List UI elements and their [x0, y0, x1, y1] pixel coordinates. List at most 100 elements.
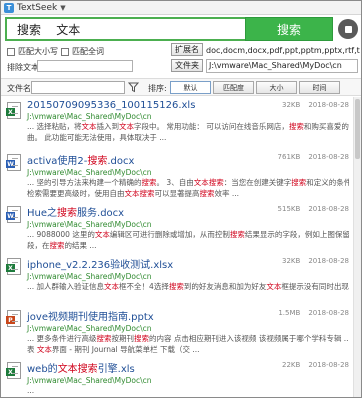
text-segment: 界面 - 期刊 Journal 导航菜单栏 下载（交 ... — [51, 345, 200, 354]
highlight-match: 搜索 — [168, 282, 184, 291]
text-segment: ... 9088000 这里的 — [27, 230, 95, 239]
text-segment: 服务.docx — [77, 208, 125, 219]
text-segment: 框不全！4选择 — [119, 282, 169, 291]
text-segment: 段，在 — [27, 241, 50, 250]
folder-path-value: J:\vmware\Mac_Shared\MyDoc\cn — [209, 61, 342, 70]
result-snippet: 段，在搜索的结果 ... — [27, 240, 349, 251]
result-path[interactable]: J:\vmware\Mac_Shared\MyDoc\cn — [27, 272, 353, 281]
search-button[interactable]: 搜索 — [245, 17, 333, 41]
result-path[interactable]: J:\vmware\Mac_Shared\MyDoc\cn — [27, 112, 353, 121]
highlight-match: 搜索 — [57, 208, 78, 219]
match-whole-word-checkbox[interactable] — [61, 47, 69, 56]
text-segment: ... 坚的引导方法来构建一个精确的 — [27, 178, 142, 187]
result-snippet: ... 加人群输入验证信息文本框不全！4选择搜索到的好友消息和加为好友文本框提示… — [27, 281, 349, 292]
result-snippet: ... — [27, 385, 349, 396]
result-size: 32KB — [282, 101, 301, 109]
filter-icon[interactable] — [128, 82, 139, 93]
result-path[interactable]: J:\vmware\Mac_Shared\MyDoc\cn — [27, 220, 353, 229]
result-snippet: ... 坚的引导方法来构建一个精确的搜索。 3、自由文本搜索：当您在创建关键字搜… — [27, 177, 349, 188]
file-lines-decoration — [12, 210, 18, 218]
highlight-match: 搜索 — [49, 241, 65, 250]
sort-relevance-button[interactable]: 匹配度 — [213, 81, 254, 94]
text-segment: iphone_v2.2.236验收测试.xlsx — [27, 260, 174, 271]
text-segment: 到的好友消息和加为好友 — [183, 282, 267, 291]
text-segment: 按期刊 — [111, 334, 135, 343]
folder-path-field[interactable]: J:\vmware\Mac_Shared\MyDoc\cn — [206, 59, 358, 73]
text-segment: ... 加人群输入验证信息 — [27, 282, 105, 291]
result-meta: 515KB 2018-08-28 — [270, 205, 349, 213]
text-segment: 和定义的条件进行文件 — [306, 178, 349, 187]
result-path[interactable]: J:\vmware\Mac_Shared\MyDoc\cn — [27, 168, 353, 177]
text-segment: 20150709095336_100115126.xls — [27, 100, 196, 111]
app-window: T TextSeek ▼ 搜索 匹配大小写 匹配全词 排除文本: 扩展名 doc… — [0, 0, 362, 398]
text-segment: .docx — [107, 156, 135, 167]
sort-default-button[interactable]: 默认 — [170, 81, 211, 94]
result-snippet: 检索需要更高级时，使用自由文本搜索可以显著提高搜索效率 ... — [27, 188, 349, 199]
result-date: 2018-08-28 — [308, 205, 349, 213]
match-whole-word-label: 匹配全词 — [72, 47, 104, 56]
stop-button[interactable] — [338, 19, 358, 39]
text-segment: 的内容 点击相应期刊进入该视频 该视频属于哪个学科专辑 ... 添加到收藏列 — [149, 334, 349, 343]
results-list: X 20150709095336_100115126.xls 32KB 2018-08… — [1, 97, 353, 397]
highlight-match: 搜索 — [199, 189, 215, 198]
text-segment: 效率 ... — [214, 189, 240, 198]
file-lines-decoration — [12, 314, 18, 322]
scrollbar-thumb[interactable] — [355, 99, 360, 159]
result-date: 2018-08-28 — [308, 153, 349, 161]
text-segment: activa使用2- — [27, 156, 88, 167]
highlight-match: 文本 — [266, 282, 282, 291]
xls-file-icon: X — [6, 362, 21, 379]
highlight-match: 文本搜索 — [57, 364, 98, 375]
file-lines-decoration — [12, 366, 18, 374]
result-item[interactable]: X 20150709095336_100115126.xls 32KB 2018-08… — [1, 97, 353, 149]
result-item[interactable]: Wactiva使用2- 搜索 .docx 761KB 2018-08-28 J:\vmwa… — [1, 149, 353, 201]
result-size: 1.5MB — [278, 309, 301, 317]
result-item[interactable]: Pjove视频期刊使用指南.pptx 1.5MB 2018-08-28 J:\vmwa… — [1, 305, 353, 357]
result-item[interactable]: Xweb的文本搜索引擎.xls 22KB 2018-08-28 J:\vmware\M… — [1, 357, 353, 397]
match-case-option[interactable]: 匹配大小写 — [7, 46, 58, 57]
xls-file-icon: X — [6, 102, 21, 119]
sort-size-button[interactable]: 大小 — [256, 81, 297, 94]
sort-label: 排序: — [148, 84, 167, 93]
file-lines-decoration — [12, 106, 18, 114]
exclude-text-input[interactable] — [37, 60, 133, 72]
text-segment: 编辑区可进行删除或增加，从而控制 — [109, 230, 230, 239]
text-segment: 检索需要更高级时，使用自由 — [27, 189, 125, 198]
text-segment: web的 — [27, 364, 58, 375]
highlight-match: 文本 — [94, 230, 110, 239]
extensions-value[interactable]: doc,docm,docx,pdf,ppt,pptm,pptx,rtf,txt,… — [206, 46, 360, 55]
highlight-match: 文本 — [81, 122, 97, 131]
results-scrollbar[interactable] — [353, 97, 361, 397]
filter-bar: 文件名: 排序: 默认 匹配度 大小 时间 — [1, 78, 361, 96]
search-input[interactable] — [5, 17, 245, 41]
result-item[interactable]: Xiphone_v2.2.236验收测试.xlsx 32KB 2018-08-28 J… — [1, 253, 353, 305]
result-size: 32KB — [282, 257, 301, 265]
highlight-match: 文本 — [119, 122, 135, 131]
result-item[interactable]: W Hue之搜索服务.docx 515KB 2018-08-28 J:\vmware\M… — [1, 201, 353, 253]
folder-button[interactable]: 文件夹 — [171, 59, 203, 72]
text-segment: 框提示没有同时出现在屏幕 ... — [281, 282, 349, 291]
match-whole-word-option[interactable]: 匹配全词 — [61, 46, 104, 57]
result-date: 2018-08-28 — [308, 361, 349, 369]
result-meta: 1.5MB 2018-08-28 — [270, 309, 349, 317]
result-size: 22KB — [282, 361, 301, 369]
title-dropdown-icon[interactable]: ▼ — [60, 4, 65, 12]
title-bar: T TextSeek ▼ — [1, 1, 361, 15]
text-segment: ... 选择粘贴，将 — [27, 122, 82, 131]
result-path[interactable]: J:\vmware\Mac_Shared\MyDoc\cn — [27, 324, 353, 333]
extensions-button[interactable]: 扩展名 — [171, 43, 203, 56]
result-meta: 32KB 2018-08-28 — [270, 101, 349, 109]
highlight-match: 搜索 — [291, 178, 307, 187]
doc-file-icon: W — [6, 154, 21, 171]
result-meta: 32KB 2018-08-28 — [270, 257, 349, 265]
text-segment: 引擎.xls — [97, 364, 135, 375]
text-segment: Hue之 — [27, 208, 58, 219]
file-lines-decoration — [12, 262, 18, 270]
highlight-match: 文本 — [36, 345, 52, 354]
result-path[interactable]: J:\vmware\Mac_Shared\MyDoc\cn — [27, 376, 353, 385]
filename-filter-input[interactable] — [31, 81, 125, 94]
result-meta: 761KB 2018-08-28 — [270, 153, 349, 161]
sort-time-button[interactable]: 时间 — [299, 81, 340, 94]
result-snippet: ... 选择粘贴，将文本插入到文本字段中。 常用功能： 可以访问在线音乐网店，搜… — [27, 121, 349, 132]
match-case-checkbox[interactable] — [7, 47, 15, 56]
